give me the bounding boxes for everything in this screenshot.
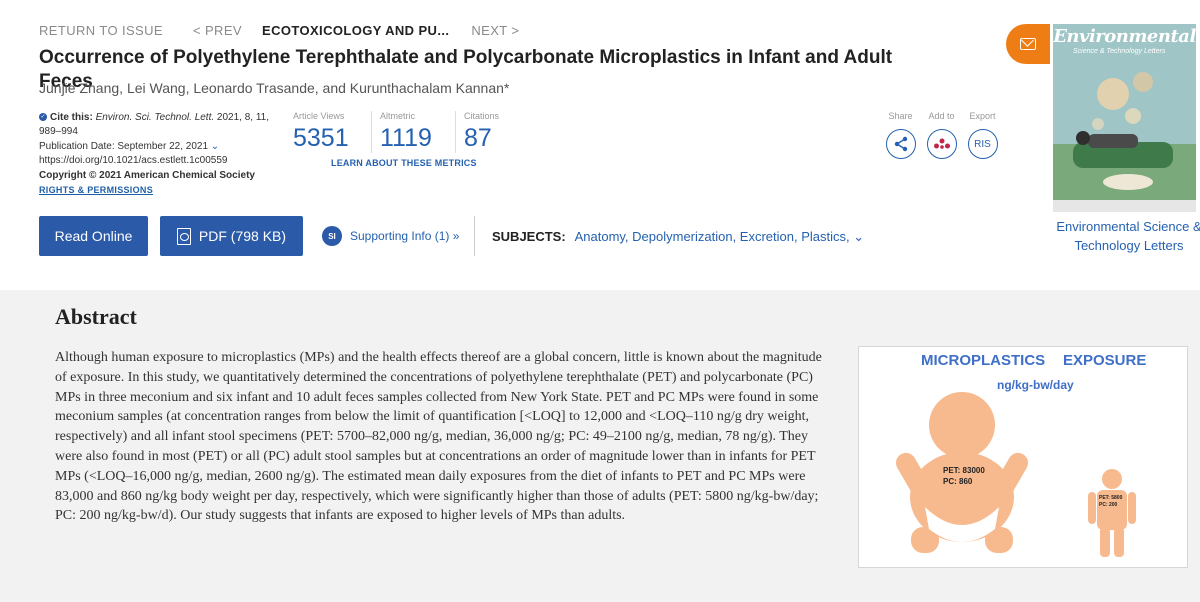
subjects-links[interactable]: Anatomy, Depolymerization, Excretion, Pl… — [575, 229, 850, 244]
cite-journal: Environ. Sci. Technol. Lett. — [95, 112, 215, 123]
divider — [474, 216, 475, 256]
citations-label: Citations — [464, 111, 500, 121]
share-actions: Share Add to Export RIS — [880, 111, 1003, 159]
export-ris-button[interactable]: RIS — [967, 129, 998, 159]
envelope-icon — [1020, 38, 1036, 50]
add-to-button[interactable] — [926, 129, 957, 159]
adult-pet-value: PET: 5800 — [1099, 495, 1123, 501]
email-alerts-button[interactable] — [1006, 24, 1050, 64]
toc-title-b: EXPOSURE — [1063, 352, 1146, 369]
altmetric-value[interactable]: 1119 — [380, 123, 455, 153]
current-section-label: ECOTOXICOLOGY AND PU... — [262, 23, 450, 38]
pdf-button-label: PDF (798 KB) — [198, 228, 287, 244]
altmetric-metric[interactable]: Altmetric 1119 — [371, 111, 455, 153]
mendeley-icon — [933, 138, 950, 149]
supporting-info-label: Supporting Info (1) » — [350, 229, 460, 243]
citations-value[interactable]: 87 — [464, 123, 525, 153]
article-metrics: Article Views 5351 Altmetric 1119 Citati… — [293, 111, 525, 153]
share-button[interactable] — [885, 129, 916, 159]
pdf-download-button[interactable]: PDF (798 KB) — [160, 216, 303, 256]
journal-name-link[interactable]: Environmental Science & Technology Lette… — [1048, 217, 1200, 255]
cite-this-label[interactable]: Cite this: — [50, 112, 93, 123]
chevron-down-icon[interactable]: ⌄ — [211, 141, 219, 152]
share-action: Share — [880, 111, 921, 159]
check-circle-icon: ✓ — [39, 113, 47, 122]
journal-cover[interactable]: Environmental Science & Technology Lette… — [1053, 24, 1196, 212]
issue-navigation: RETURN TO ISSUE < PREV ECOTOXICOLOGY AND… — [39, 23, 519, 38]
return-to-issue-link[interactable]: RETURN TO ISSUE — [39, 23, 163, 38]
citation-block: ✓ Cite this: Environ. Sci. Technol. Lett.… — [39, 111, 279, 197]
adult-pc-value: PC: 200 — [1099, 502, 1118, 508]
export-label: Export — [969, 111, 996, 121]
si-badge-icon: SI — [322, 226, 342, 246]
toc-graphic-image: MICROPLASTICS EXPOSURE ng/kg-bw/day PET:… — [896, 352, 1146, 557]
add-to-label: Add to — [928, 111, 955, 121]
author-list[interactable]: Junjie Zhang, Lei Wang, Leonardo Trasand… — [39, 80, 509, 96]
toc-graphic[interactable]: MICROPLASTICS EXPOSURE ng/kg-bw/day PET:… — [858, 346, 1188, 568]
copyright-text: Copyright © 2021 American Chemical Socie… — [39, 169, 255, 181]
share-icon — [894, 136, 907, 152]
next-article-link[interactable]: NEXT > — [471, 23, 519, 38]
views-metric: Article Views 5351 — [293, 111, 371, 153]
add-to-action: Add to — [921, 111, 962, 159]
abstract-text: Although human exposure to microplastics… — [55, 350, 822, 524]
abstract-heading: Abstract — [55, 304, 137, 329]
learn-metrics-link[interactable]: LEARN ABOUT THESE METRICS — [331, 158, 477, 168]
share-label: Share — [888, 111, 913, 121]
views-value: 5351 — [293, 124, 349, 152]
chevron-down-icon[interactable]: ⌄ — [853, 229, 864, 244]
cover-illustration — [1053, 72, 1196, 212]
supporting-info-link[interactable]: SI Supporting Info (1) » — [322, 226, 459, 246]
toc-title-a: MICROPLASTICS — [921, 352, 1045, 369]
citations-metric[interactable]: Citations 87 — [455, 111, 525, 153]
infant-pc-value: PC: 860 — [943, 477, 973, 486]
prev-article-link[interactable]: < PREV — [193, 23, 242, 38]
views-label: Article Views — [293, 111, 345, 121]
doi-link[interactable]: https://doi.org/10.1021/acs.estlett.1c00… — [39, 154, 279, 168]
altmetric-label: Altmetric — [380, 111, 416, 121]
read-online-button[interactable]: Read Online — [39, 216, 148, 256]
article-header: RETURN TO ISSUE < PREV ECOTOXICOLOGY AND… — [0, 0, 1200, 290]
pdf-icon — [176, 227, 191, 245]
toc-unit: ng/kg-bw/day — [997, 378, 1074, 392]
subjects-label: SUBJECTS: — [492, 229, 566, 244]
rights-permissions-link[interactable]: RIGHTS & PERMISSIONS — [39, 183, 279, 197]
infant-pet-value: PET: 83000 — [943, 466, 985, 475]
publication-date: Publication Date: September 22, 2021 — [39, 140, 208, 152]
adult-figure — [1088, 469, 1136, 557]
subjects-bar: SUBJECTS: Anatomy, Depolymerization, Exc… — [492, 229, 864, 245]
export-action: Export RIS — [962, 111, 1003, 159]
